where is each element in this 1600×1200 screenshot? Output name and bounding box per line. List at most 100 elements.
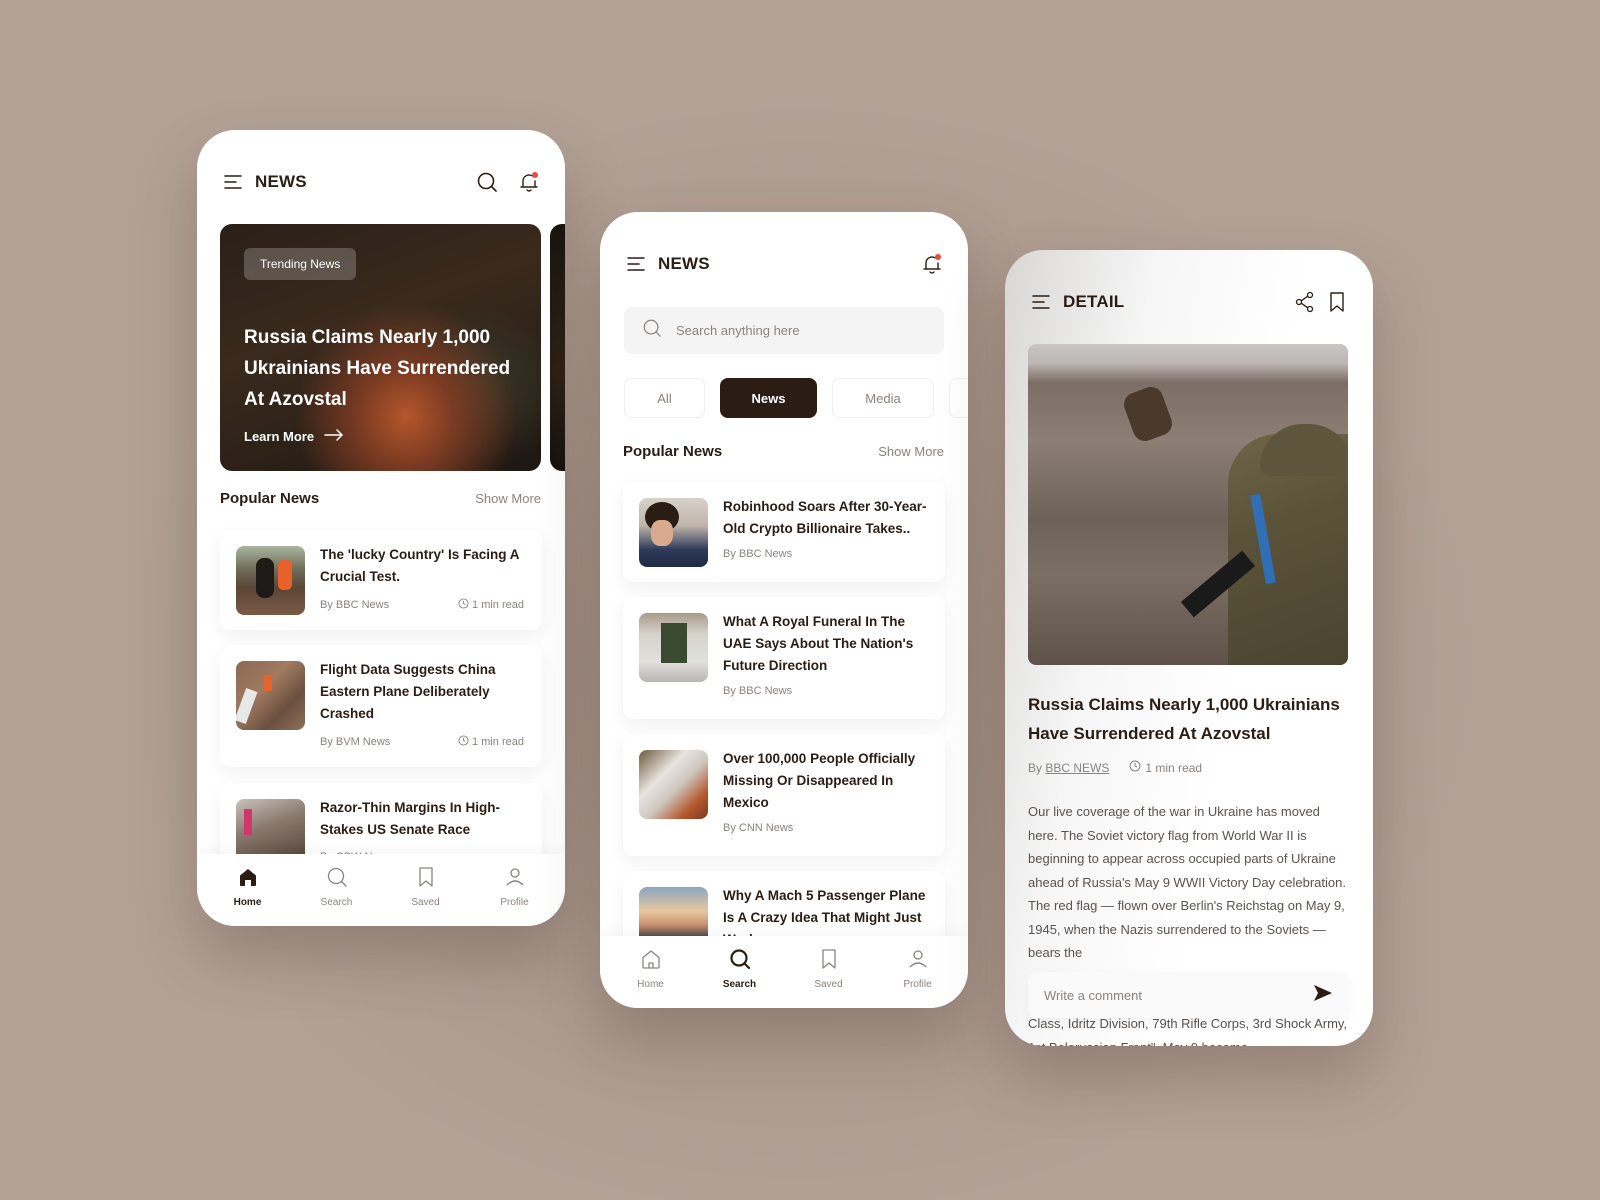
app-title: NEWS bbox=[255, 172, 307, 191]
news-title: Razor-Thin Margins In High-Stakes US Sen… bbox=[320, 800, 500, 837]
news-title: The 'lucky Country' Is Facing A Crucial … bbox=[320, 547, 519, 584]
article-title: Russia Claims Nearly 1,000 Ukrainians Ha… bbox=[1028, 695, 1340, 743]
show-more-link[interactable]: Show More bbox=[878, 444, 944, 459]
nav-label: Profile bbox=[500, 897, 529, 908]
news-card[interactable]: Robinhood Soars After 30-Year-Old Crypto… bbox=[623, 482, 945, 582]
clock-icon bbox=[458, 735, 469, 749]
news-source: By BBC News bbox=[723, 548, 793, 560]
learn-more-link[interactable]: Learn More bbox=[244, 429, 344, 444]
app-title: NEWS bbox=[658, 254, 710, 273]
news-card[interactable]: Flight Data Suggests China Eastern Plane… bbox=[220, 645, 542, 767]
arrow-right-icon bbox=[324, 429, 344, 444]
home-icon bbox=[237, 866, 259, 893]
send-icon[interactable] bbox=[1313, 984, 1333, 1007]
profile-icon bbox=[907, 948, 929, 975]
read-time: 1 min read bbox=[472, 599, 524, 611]
next-hero-card[interactable] bbox=[550, 224, 565, 471]
news-meta: By BVM News 1 min read bbox=[320, 735, 524, 749]
comment-input[interactable] bbox=[1044, 987, 1313, 1003]
profile-icon bbox=[504, 866, 526, 893]
article-meta: By BBC NEWS 1 min read bbox=[1028, 760, 1202, 775]
home-header: NEWS bbox=[221, 170, 541, 194]
news-title: Over 100,000 People Officially Missing O… bbox=[723, 751, 916, 810]
news-thumbnail bbox=[639, 750, 708, 819]
bell-icon[interactable] bbox=[920, 252, 944, 276]
article-body: Our live coverage of the war in Ukraine … bbox=[1028, 804, 1346, 960]
nav-label: Saved bbox=[411, 897, 440, 908]
search-icon bbox=[729, 948, 751, 975]
share-icon[interactable] bbox=[1293, 290, 1317, 314]
news-meta: By BBC News bbox=[723, 548, 927, 560]
nav-profile[interactable]: Profile bbox=[480, 854, 550, 926]
source-link[interactable]: BBC NEWS bbox=[1045, 761, 1109, 775]
news-meta: By BBC News bbox=[723, 685, 927, 697]
filter-all[interactable]: All bbox=[624, 378, 705, 418]
menu-icon[interactable] bbox=[624, 252, 648, 276]
nav-saved[interactable]: Saved bbox=[391, 854, 461, 926]
nav-label: Home bbox=[637, 979, 664, 990]
news-title: What A Royal Funeral In The UAE Says Abo… bbox=[723, 614, 914, 673]
nav-label: Search bbox=[722, 979, 757, 990]
news-thumbnail bbox=[639, 613, 708, 682]
filter-news[interactable]: News bbox=[720, 378, 817, 418]
search-input[interactable] bbox=[676, 323, 916, 338]
detail-screen: DETAIL Russia Claims Nearly 1,000 Ukrain… bbox=[1005, 250, 1373, 1046]
news-card[interactable]: The 'lucky Country' Is Facing A Crucial … bbox=[220, 530, 542, 630]
search-icon bbox=[642, 318, 662, 343]
nav-saved[interactable]: Saved bbox=[794, 936, 864, 1008]
news-thumbnail bbox=[639, 498, 708, 567]
news-title: Robinhood Soars After 30-Year-Old Crypto… bbox=[723, 499, 927, 536]
by-label: By bbox=[1028, 760, 1043, 775]
news-card[interactable]: Over 100,000 People Officially Missing O… bbox=[623, 734, 945, 856]
read-time: 1 min read bbox=[472, 736, 524, 748]
news-title: Flight Data Suggests China Eastern Plane… bbox=[320, 662, 496, 721]
hero-title: Russia Claims Nearly 1,000 Ukrainians Ha… bbox=[244, 327, 511, 410]
menu-icon[interactable] bbox=[1029, 290, 1053, 314]
popular-news-header: Popular News Show More bbox=[220, 490, 541, 507]
article-image bbox=[1028, 344, 1348, 665]
clock-icon bbox=[458, 598, 469, 612]
search-icon[interactable] bbox=[475, 170, 499, 194]
bookmark-icon bbox=[818, 948, 840, 975]
news-source: By BBC News bbox=[723, 685, 793, 697]
news-source: By BBC News bbox=[320, 599, 390, 611]
trending-chip: Trending News bbox=[244, 248, 357, 280]
nav-home[interactable]: Home bbox=[616, 936, 686, 1008]
bookmark-icon bbox=[415, 866, 437, 893]
filter-media[interactable]: Media bbox=[832, 378, 934, 418]
search-bar bbox=[624, 307, 944, 354]
search-icon bbox=[326, 866, 348, 893]
nav-label: Saved bbox=[814, 979, 843, 990]
news-card[interactable]: What A Royal Funeral In The UAE Says Abo… bbox=[623, 597, 945, 719]
news-source: By CNN News bbox=[723, 822, 794, 834]
nav-search[interactable]: Search bbox=[302, 854, 372, 926]
bell-icon[interactable] bbox=[517, 170, 541, 194]
bottom-nav: Home Search Saved Profile bbox=[600, 936, 968, 1008]
news-meta: By BBC News 1 min read bbox=[320, 598, 524, 612]
popular-news-header: Popular News Show More bbox=[623, 443, 944, 460]
nav-home[interactable]: Home bbox=[213, 854, 283, 926]
learn-more-label: Learn More bbox=[244, 429, 315, 444]
menu-icon[interactable] bbox=[221, 170, 245, 194]
nav-label: Profile bbox=[903, 979, 932, 990]
bookmark-icon[interactable] bbox=[1325, 290, 1349, 314]
news-source: By BVM News bbox=[320, 736, 391, 748]
nav-label: Search bbox=[320, 897, 353, 908]
show-more-link[interactable]: Show More bbox=[475, 491, 541, 506]
home-screen: NEWS Trending News Russia Claims Nearly … bbox=[197, 130, 565, 926]
news-meta: By CNN News bbox=[723, 822, 927, 834]
search-header: NEWS bbox=[624, 252, 944, 276]
news-thumbnail bbox=[236, 546, 305, 615]
nav-search[interactable]: Search bbox=[705, 936, 775, 1008]
news-thumbnail bbox=[236, 661, 305, 730]
screen-title: DETAIL bbox=[1063, 292, 1125, 311]
section-title: Popular News bbox=[220, 490, 320, 507]
filter-chips: All News Media bbox=[624, 378, 968, 418]
trending-hero-card[interactable]: Trending News Russia Claims Nearly 1,000… bbox=[220, 224, 541, 471]
detail-header: DETAIL bbox=[1029, 290, 1349, 314]
nav-profile[interactable]: Profile bbox=[883, 936, 953, 1008]
home-icon bbox=[640, 948, 662, 975]
filter-more[interactable] bbox=[949, 378, 968, 418]
search-screen: NEWS All News Media Popular News Show Mo… bbox=[600, 212, 968, 1008]
section-title: Popular News bbox=[623, 443, 723, 460]
